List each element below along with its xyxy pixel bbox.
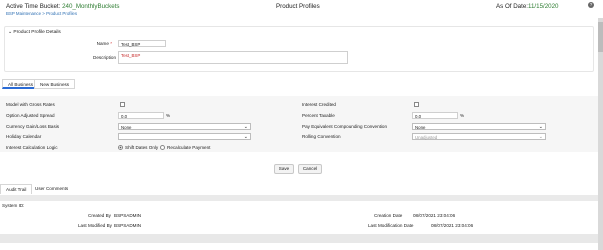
- active-time-bucket-value: 240_MonthlyBuckets: [62, 3, 120, 10]
- last-modification-date-label: Last Modification Date: [368, 223, 414, 228]
- recalculate-payment-label: Recalculate Payment: [167, 145, 211, 150]
- active-time-bucket: Active Time Bucket: 240_MonthlyBuckets: [6, 3, 120, 10]
- tab-audit-trail[interactable]: Audit Trail: [0, 184, 33, 194]
- tab-user-comments[interactable]: User Comments: [30, 184, 73, 193]
- details-section-label: Product Profile Details: [13, 30, 61, 35]
- currency-gain-loss-select[interactable]: None ⌄: [118, 123, 251, 130]
- percent-taxable-input[interactable]: 0.0: [412, 112, 458, 119]
- created-by-label: Created By: [88, 213, 111, 218]
- as-of-date-value: 11/15/2020: [527, 3, 559, 10]
- last-modified-by-label: Last Modified By: [78, 223, 112, 228]
- model-gross-rates-label: Model with Gross Rates: [6, 102, 55, 107]
- system-id-band: [0, 195, 603, 201]
- creation-date-label: Creation Date: [374, 213, 403, 218]
- save-button[interactable]: Save: [274, 164, 294, 174]
- description-field[interactable]: Test_BSP: [118, 51, 348, 64]
- vertical-scrollbar[interactable]: [598, 18, 603, 250]
- holiday-calendar-select[interactable]: ⌄: [118, 133, 251, 140]
- last-modified-by-value: BSPSADMIN: [114, 223, 142, 228]
- breadcrumb[interactable]: BSP Maintenance > Product Profiles: [6, 11, 77, 16]
- name-label: Name *: [52, 41, 112, 46]
- creation-date-value: 08/07/2021 23:04:06: [413, 213, 456, 218]
- rolling-convention-label: Rolling Convention: [302, 134, 341, 139]
- percent-taxable-percent: %: [460, 113, 465, 118]
- model-gross-rates-checkbox[interactable]: [120, 102, 125, 107]
- name-field[interactable]: Test_BSP: [118, 40, 166, 47]
- oas-percent: %: [166, 113, 171, 118]
- collapse-chevron-icon[interactable]: ⌄: [8, 30, 12, 35]
- chevron-down-icon: ⌄: [243, 134, 248, 140]
- name-label-text: Name: [96, 41, 109, 46]
- interest-credited-checkbox[interactable]: [414, 102, 419, 107]
- as-of-date-label: As Of Date:: [496, 3, 528, 10]
- shift-dates-label: Shift Dates Only: [125, 145, 159, 150]
- as-of-date: As Of Date:11/15/2020: [496, 3, 559, 10]
- description-label: Description: [93, 55, 116, 60]
- footer-strip: [0, 234, 603, 243]
- percent-taxable-label: Percent Taxable: [302, 113, 335, 118]
- shift-dates-radio[interactable]: [118, 145, 123, 150]
- system-id-label: System ID:: [2, 203, 25, 208]
- oas-input[interactable]: 0.0: [118, 112, 164, 119]
- interest-calc-logic-label: Interest Calculation Logic: [6, 145, 58, 150]
- required-icon: *: [110, 41, 112, 46]
- interest-credited-label: Interest Credited: [302, 102, 336, 107]
- pay-equivalent-value: None: [415, 125, 426, 130]
- chevron-down-icon: ⌄: [538, 124, 543, 130]
- rolling-convention-value: Unadjusted: [415, 135, 438, 140]
- created-by-value: BSPSADMIN: [114, 213, 142, 218]
- tab-new-business[interactable]: New Business: [34, 79, 76, 89]
- chevron-down-icon: ⌄: [243, 124, 248, 130]
- oas-label: Option Adjusted Spread: [6, 113, 55, 118]
- cancel-button[interactable]: Cancel: [298, 164, 322, 174]
- details-section-title[interactable]: ⌄ Product Profile Details: [8, 30, 61, 35]
- pay-equivalent-select[interactable]: None ⌄: [412, 123, 546, 130]
- currency-gain-loss-label: Currency Gain/Loss Basis: [6, 124, 60, 129]
- currency-gain-loss-value: None: [121, 125, 132, 130]
- page-title: Product Profiles: [276, 3, 320, 10]
- rolling-convention-select[interactable]: Unadjusted ⌄: [412, 133, 546, 140]
- recalculate-payment-radio[interactable]: [160, 145, 165, 150]
- active-time-bucket-label: Active Time Bucket:: [6, 3, 63, 10]
- help-icon[interactable]: ?: [588, 2, 594, 8]
- chevron-down-icon: ⌄: [538, 134, 543, 140]
- details-panel: [4, 26, 594, 72]
- last-modification-date-value: 08/07/2021 23:04:06: [431, 223, 474, 228]
- holiday-calendar-label: Holiday Calendar: [6, 134, 42, 139]
- pay-equivalent-label: Pay Equivalent Compounding Convention: [302, 124, 388, 129]
- scrollbar-thumb[interactable]: [598, 22, 603, 52]
